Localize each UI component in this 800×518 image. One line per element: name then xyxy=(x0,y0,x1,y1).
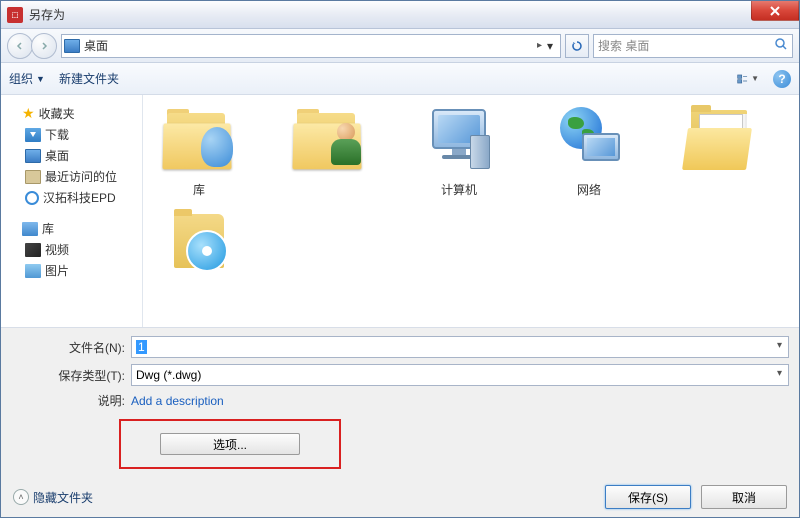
file-item-computer[interactable]: 计算机 xyxy=(409,101,509,198)
address-dropdown-icon[interactable]: ▾ xyxy=(542,39,558,53)
address-bar[interactable]: 桌面 ▸ ▾ xyxy=(61,34,561,58)
network-icon xyxy=(554,107,624,171)
nav-back-forward xyxy=(7,33,57,59)
star-icon: ★ xyxy=(22,105,35,122)
desktop-icon xyxy=(64,39,80,53)
save-as-dialog: ⬚ 另存为 桌面 ▸ ▾ 搜索 桌面 xyxy=(0,0,800,518)
body-area: ★ 收藏夹 下载 桌面 最近访问的位 汉拓科技EPD 库 视频 图片 xyxy=(1,95,799,327)
navigation-bar: 桌面 ▸ ▾ 搜索 桌面 xyxy=(1,29,799,63)
file-item-user[interactable] xyxy=(279,101,379,198)
hide-folders-toggle[interactable]: ˄ 隐藏文件夹 xyxy=(13,489,93,506)
help-button[interactable]: ? xyxy=(773,70,791,88)
titlebar: ⬚ 另存为 xyxy=(1,1,799,29)
refresh-button[interactable] xyxy=(565,34,589,58)
sidebar-libraries-header[interactable]: 库 xyxy=(5,218,138,239)
savetype-label: 保存类型(T): xyxy=(11,367,131,384)
highlight-box: 选项... xyxy=(119,419,341,469)
filename-label: 文件名(N): xyxy=(11,339,131,356)
toolbar: 组织 ▼ 新建文件夹 ▼ ? xyxy=(1,63,799,95)
cancel-button[interactable]: 取消 xyxy=(701,485,787,509)
app-icon: ⬚ xyxy=(7,7,23,23)
open-folder-icon xyxy=(681,108,757,170)
file-item-cd-folder[interactable] xyxy=(149,206,249,286)
library-folder-icon xyxy=(161,109,237,169)
library-icon xyxy=(22,222,38,236)
recent-icon xyxy=(25,170,41,184)
video-icon xyxy=(25,243,41,257)
window-controls xyxy=(751,1,799,21)
file-view[interactable]: 库 计算机 网络 xyxy=(143,95,799,327)
description-label: 说明: xyxy=(11,392,131,409)
filename-value: 1 xyxy=(136,340,147,354)
address-text: 桌面 xyxy=(84,37,533,54)
chevron-down-icon: ▼ xyxy=(751,74,759,83)
organize-menu[interactable]: 组织 ▼ xyxy=(9,70,45,87)
cd-folder-icon xyxy=(164,208,234,280)
image-icon xyxy=(25,264,41,278)
sidebar-item-desktop[interactable]: 桌面 xyxy=(5,145,138,166)
computer-icon xyxy=(424,107,494,171)
sidebar: ★ 收藏夹 下载 桌面 最近访问的位 汉拓科技EPD 库 视频 图片 xyxy=(1,95,143,327)
sidebar-item-video[interactable]: 视频 xyxy=(5,239,138,260)
new-folder-button[interactable]: 新建文件夹 xyxy=(59,70,119,87)
chevron-down-icon: ▼ xyxy=(36,74,45,84)
window-title: 另存为 xyxy=(29,6,65,23)
collapse-icon: ˄ xyxy=(13,489,29,505)
back-button[interactable] xyxy=(7,33,33,59)
options-button[interactable]: 选项... xyxy=(160,433,300,455)
file-item-open-folder[interactable] xyxy=(669,101,769,198)
savetype-select[interactable]: Dwg (*.dwg) xyxy=(131,364,789,386)
sidebar-item-epd[interactable]: 汉拓科技EPD xyxy=(5,187,138,208)
save-button[interactable]: 保存(S) xyxy=(605,485,691,509)
file-item-network[interactable]: 网络 xyxy=(539,101,639,198)
sidebar-item-downloads[interactable]: 下载 xyxy=(5,124,138,145)
forward-button[interactable] xyxy=(31,33,57,59)
bottom-panel: 文件名(N): 1 保存类型(T): Dwg (*.dwg) 说明: Add a… xyxy=(1,327,799,477)
epd-icon xyxy=(25,191,39,205)
sidebar-libraries: 库 视频 图片 xyxy=(5,218,138,281)
sidebar-item-recent[interactable]: 最近访问的位 xyxy=(5,166,138,187)
file-grid: 库 计算机 网络 xyxy=(149,101,793,286)
footer: ˄ 隐藏文件夹 保存(S) 取消 xyxy=(1,477,799,517)
sidebar-favorites: ★ 收藏夹 下载 桌面 最近访问的位 汉拓科技EPD xyxy=(5,103,138,208)
desktop-icon xyxy=(25,149,41,163)
description-link[interactable]: Add a description xyxy=(131,394,224,408)
search-input[interactable]: 搜索 桌面 xyxy=(593,34,793,58)
download-icon xyxy=(25,128,41,142)
sidebar-favorites-header[interactable]: ★ 收藏夹 xyxy=(5,103,138,124)
sidebar-item-image[interactable]: 图片 xyxy=(5,260,138,281)
filename-input[interactable]: 1 xyxy=(131,336,789,358)
close-button[interactable] xyxy=(751,1,799,21)
file-item-libraries[interactable]: 库 xyxy=(149,101,249,198)
user-folder-icon xyxy=(291,109,367,169)
search-icon xyxy=(774,37,788,54)
search-placeholder: 搜索 桌面 xyxy=(598,37,649,54)
view-mode-button[interactable]: ▼ xyxy=(737,70,759,88)
savetype-value: Dwg (*.dwg) xyxy=(136,368,201,382)
